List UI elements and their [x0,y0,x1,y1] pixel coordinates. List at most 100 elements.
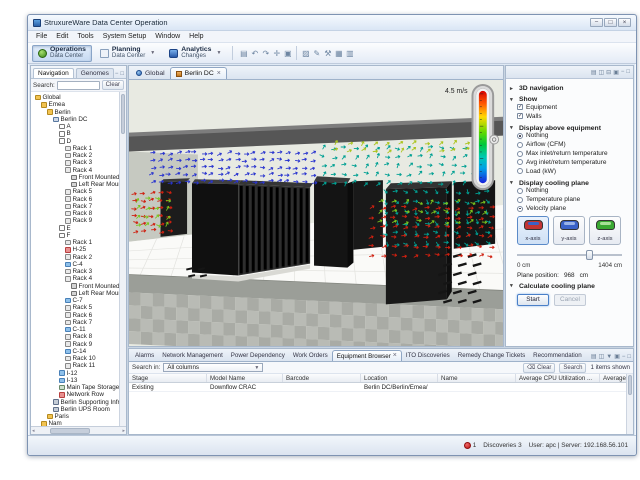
tree-item-rack-1[interactable]: Rack 1 [33,145,119,152]
radio-max-inlet-return-temperature[interactable]: Max inlet/return temperature [517,149,629,158]
maximize-button[interactable]: □ [604,18,617,27]
tree-clear-button[interactable]: Clear [102,80,124,90]
tree-item-f[interactable]: F [33,232,119,239]
undo-icon[interactable]: ↶ [249,49,260,58]
tree-item-berlin-supporting-infrastru[interactable]: Berlin Supporting Infrastru [33,399,119,406]
column-average-cpu-utilization[interactable]: Average CPU Utilization ... [516,374,600,382]
slider-handle[interactable] [586,250,593,260]
tree-item-rack-6[interactable]: Rack 6 [33,312,119,319]
tree-item-front-mounted[interactable]: Front Mounted [33,283,119,290]
radio-airflow-cfm[interactable]: Airflow (CFM) [517,140,629,149]
column-stage[interactable]: Stage [129,374,207,382]
tree-item-d[interactable]: D [33,138,119,145]
tree-item-rack-4[interactable]: Rack 4 [33,275,119,282]
tree-item-berlin[interactable]: Berlin [33,109,119,116]
minimize-icon[interactable]: − [622,354,626,360]
tab-recommendation[interactable]: Recommendation [529,350,586,361]
perspective-operations[interactable]: OperationsData Center [32,45,92,62]
scroll-right-icon[interactable]: ▸ [122,428,125,434]
legend-settings-button[interactable] [490,135,499,144]
radio-nothing[interactable]: Nothing [517,187,629,196]
tree-item-berlin-ups-room[interactable]: Berlin UPS Room [33,406,119,413]
report-icon[interactable]: ▨ [300,49,311,58]
tree-horizontal-scrollbar[interactable]: ◂ ▸ [31,426,126,434]
3d-scene-view[interactable]: 4.5 m/s [129,80,503,346]
save-icon[interactable]: ▤ [238,49,249,58]
table-vertical-scrollbar[interactable] [626,374,633,434]
tree-item-rack-3[interactable]: Rack 3 [33,159,119,166]
table-row[interactable]: ExistingDownflow CRACBerlin DC/Berlin/Em… [129,383,633,392]
x-axis-button[interactable]: x-axis [517,216,549,245]
tree-item-rack-2[interactable]: Rack 2 [33,152,119,159]
minimize-button[interactable]: − [590,18,603,27]
titlebar[interactable]: StruxureWare Data Center Operation −□× [28,15,636,31]
tree-item-front-mounted[interactable]: Front Mounted [33,174,119,181]
start-button[interactable]: Start [517,294,549,306]
tree-item-left-rear-moun[interactable]: Left Rear Moun [33,181,119,188]
configure-icon[interactable]: ⚒ [322,49,333,58]
tab-genomes[interactable]: Genomes [76,68,114,78]
tree-item-rack-4[interactable]: Rack 4 [33,167,119,174]
discoveries-label[interactable]: Discoveries 3 [483,442,521,449]
filter-icon[interactable]: ▼ [606,354,612,360]
tree-item-c-14[interactable]: C-14 [33,348,119,355]
menu-system-setup[interactable]: System Setup [99,32,151,41]
tree-search-input[interactable] [57,81,100,90]
tab-equipment-browser[interactable]: Equipment Browser× [332,350,402,361]
radio-avg-inlet-return-temperature[interactable]: Avg inlet/return temperature [517,158,629,167]
tab-ito-discoveries[interactable]: ITO Discoveries [402,350,454,361]
redo-icon[interactable]: ↷ [260,49,271,58]
radio-velocity-plane[interactable]: Velocity plane [517,204,629,213]
tree-item-b[interactable]: B [33,130,119,137]
close-icon[interactable]: × [393,353,397,359]
close-button[interactable]: × [618,18,631,27]
tree-item-rack-1[interactable]: Rack 1 [33,239,119,246]
section-3d-navigation[interactable]: ▸3D navigation [510,85,629,92]
maximize-icon[interactable]: □ [120,71,124,77]
tab-remedy-change-tickets[interactable]: Remedy Change Tickets [454,350,529,361]
maximize-icon[interactable]: □ [626,69,630,75]
editor-tab-berlin-dc[interactable]: Berlin DC× [170,67,227,79]
tree-item-left-rear-moun[interactable]: Left Rear Moun [33,290,119,297]
perspective-analytics[interactable]: AnalyticsChanges▼ [163,45,227,62]
tree-item-rack-2[interactable]: Rack 2 [33,254,119,261]
tree-item-emea[interactable]: Emea [33,101,119,108]
tree-item-rack-11[interactable]: Rack 11 [33,362,119,369]
plane-position-slider[interactable] [517,250,622,260]
tree-item-berlin-dc[interactable]: Berlin DC [33,116,119,123]
table-search-button[interactable]: Search [559,363,586,373]
split-horizontal-icon[interactable]: ◫ [598,69,604,76]
export-table-icon[interactable]: ▤ [591,354,597,360]
tree-item-rack-7[interactable]: Rack 7 [33,203,119,210]
tab-network-management[interactable]: Network Management [158,350,227,361]
minimize-icon[interactable]: − [115,71,119,77]
column-name[interactable]: Name [438,374,516,382]
tree-item-main-tape-storage[interactable]: Main Tape Storage [33,384,119,391]
tree-item-h-25[interactable]: H-25 [33,246,119,253]
section-display-above-equipment[interactable]: ▾Display above equipment [510,125,629,132]
tree-item-a[interactable]: A [33,123,119,130]
editor-tab-global[interactable]: Global [131,67,170,79]
tree-item-rack-8[interactable]: Rack 8 [33,210,119,217]
move-icon[interactable]: ✛ [271,49,282,58]
tree-item-rack-5[interactable]: Rack 5 [33,304,119,311]
tree-item-rack-9[interactable]: Rack 9 [33,217,119,224]
tree-item-rack-5[interactable]: Rack 5 [33,188,119,195]
tree-item-e[interactable]: E [33,225,119,232]
tree-item-global[interactable]: Global [33,94,119,101]
radio-temperature-plane[interactable]: Temperature plane [517,195,629,204]
columns-icon[interactable]: ◫ [599,354,605,360]
section-show[interactable]: ▾Show [510,96,629,103]
tab-power-dependency[interactable]: Power Dependency [227,350,289,361]
radio-load-kw[interactable]: Load (kW) [517,167,629,176]
window-layout-icon[interactable]: ▦ [333,49,344,58]
maximize-icon[interactable]: □ [627,354,631,360]
split-vertical-icon[interactable]: ⊟ [606,69,611,76]
menu-edit[interactable]: Edit [52,32,72,41]
close-icon[interactable]: × [217,71,221,77]
tab-alarms[interactable]: Alarms [131,350,158,361]
column-location[interactable]: Location [361,374,438,382]
checkbox-equipment[interactable]: ✓Equipment [517,103,629,112]
column-barcode[interactable]: Barcode [283,374,361,382]
tree-vertical-scrollbar[interactable] [119,92,126,426]
